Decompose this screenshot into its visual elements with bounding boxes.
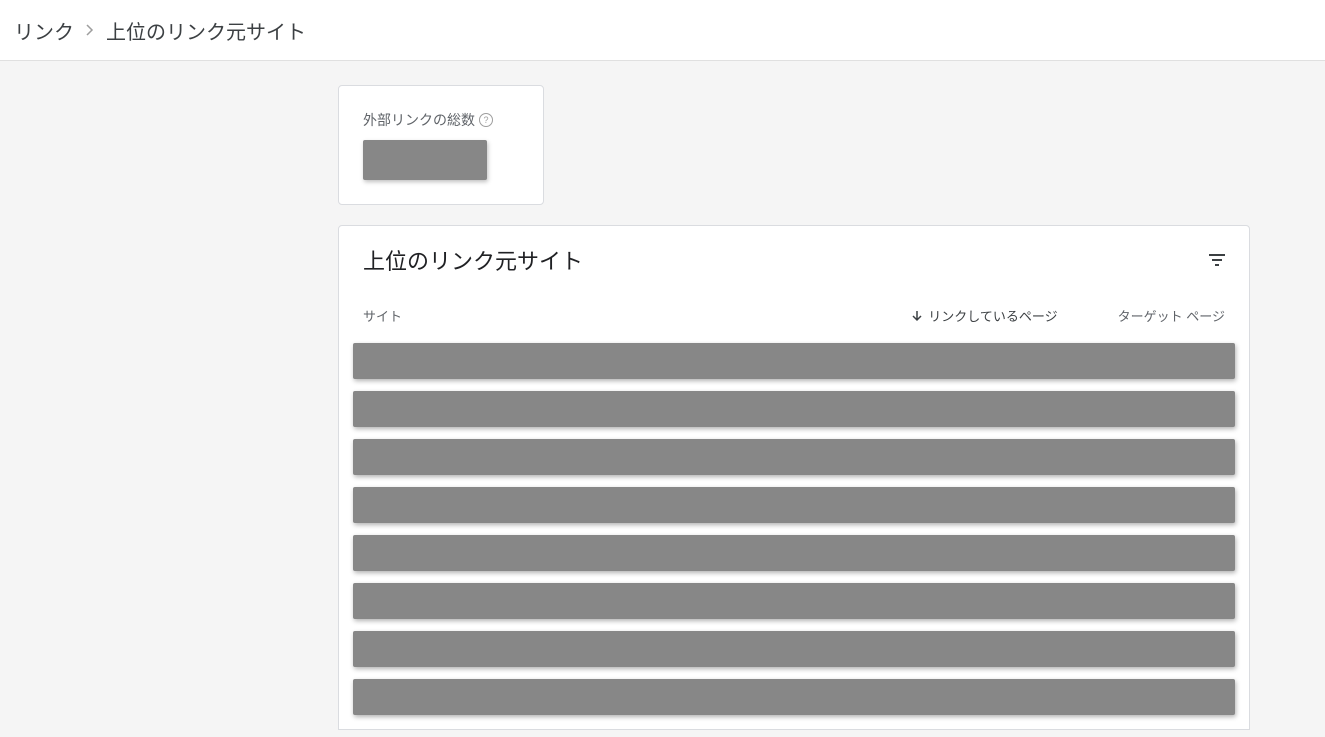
filter-icon[interactable] <box>1209 254 1225 266</box>
table-row[interactable] <box>353 631 1235 667</box>
table-row[interactable] <box>353 343 1235 379</box>
table-column-headers: サイト リンクしているページ ターゲット ページ <box>339 294 1249 343</box>
table-row[interactable] <box>353 679 1235 715</box>
help-icon[interactable]: ? <box>479 113 493 127</box>
external-links-summary-card: 外部リンクの総数 ? <box>338 85 544 205</box>
chevron-right-icon <box>86 24 94 36</box>
column-header-site[interactable]: サイト <box>363 306 912 325</box>
breadcrumb: リンク 上位のリンク元サイト <box>14 16 306 45</box>
header-bar: リンク 上位のリンク元サイト <box>0 0 1325 61</box>
table-row[interactable] <box>353 583 1235 619</box>
arrow-down-icon <box>912 310 922 322</box>
content-area: 外部リンクの総数 ? 上位のリンク元サイト サイト リンクしているページ ターゲ… <box>0 61 1325 730</box>
column-header-target-pages[interactable]: ターゲット ページ <box>1118 306 1225 325</box>
table-header: 上位のリンク元サイト <box>339 226 1249 294</box>
column-header-linking-pages[interactable]: リンクしているページ <box>912 306 1057 325</box>
breadcrumb-root-link[interactable]: リンク <box>14 16 74 45</box>
summary-value <box>363 140 487 180</box>
top-linking-sites-card: 上位のリンク元サイト サイト リンクしているページ ターゲット ページ <box>338 225 1250 730</box>
table-title: 上位のリンク元サイト <box>363 244 583 276</box>
summary-label-row: 外部リンクの総数 ? <box>363 110 519 130</box>
breadcrumb-current: 上位のリンク元サイト <box>106 16 306 45</box>
table-rows <box>339 343 1249 729</box>
summary-label: 外部リンクの総数 <box>363 110 475 130</box>
table-row[interactable] <box>353 439 1235 475</box>
table-row[interactable] <box>353 487 1235 523</box>
column-header-linking-label: リンクしているページ <box>928 306 1057 325</box>
table-row[interactable] <box>353 391 1235 427</box>
table-row[interactable] <box>353 535 1235 571</box>
